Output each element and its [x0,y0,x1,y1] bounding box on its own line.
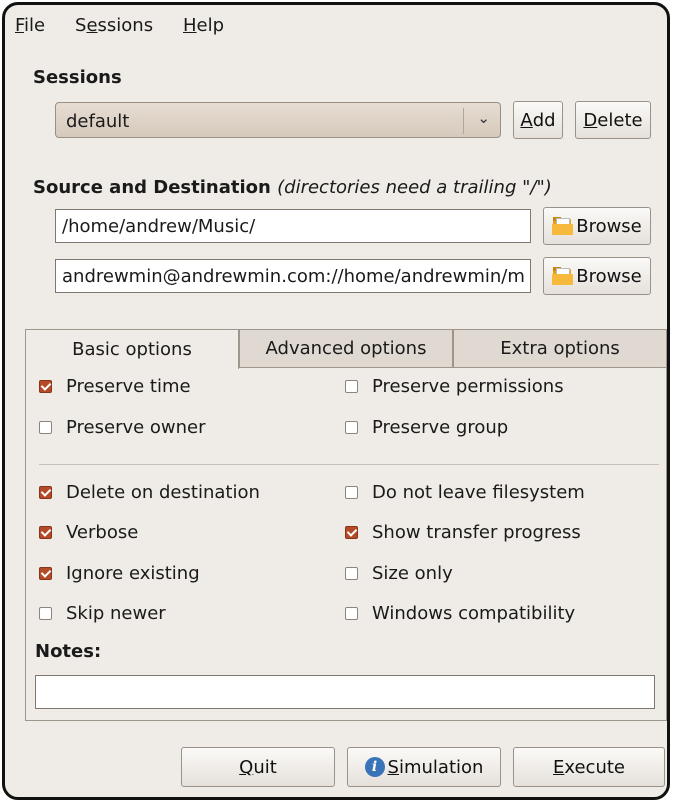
ignore-existing-checkbox[interactable]: Ignore existing [39,563,200,584]
browse-source-button[interactable]: Browse [543,207,651,245]
browse-destination-button[interactable]: Browse [543,257,651,295]
app-window: File Sessions Help Sessions default ⌄ Ad… [2,2,670,800]
execute-button[interactable]: Execute [513,747,665,787]
chevron-down-icon: ⌄ [477,109,490,127]
checkbox-box [345,421,358,434]
do-not-leave-filesystem-checkbox[interactable]: Do not leave filesystem [345,482,585,503]
menu-help[interactable]: Help [183,15,224,36]
info-icon: i [364,757,385,777]
tab-advanced-options[interactable]: Advanced options [239,329,453,367]
source-destination-heading: Source and Destination (directories need… [33,177,552,198]
session-combo-value: default [66,111,130,132]
menu-file[interactable]: File [15,15,45,36]
source-path-input[interactable]: /home/andrew/Music/ [55,209,531,243]
session-combo[interactable]: default ⌄ [55,102,501,138]
checkbox-box [345,486,358,499]
checkbox-box [345,380,358,393]
checkbox-box [39,380,52,393]
checkbox-box [39,607,52,620]
quit-button[interactable]: Quit [181,747,335,787]
delete-on-destination-checkbox[interactable]: Delete on destination [39,482,260,503]
skip-newer-checkbox[interactable]: Skip newer [39,603,166,624]
destination-path-input[interactable]: andrewmin@andrewmin.com://home/andrewmin… [55,259,531,293]
source-destination-hint: (directories need a trailing "/") [277,177,552,198]
preserve-permissions-checkbox[interactable]: Preserve permissions [345,376,564,397]
tab-basic-options[interactable]: Basic options [25,329,239,369]
checkbox-box [345,526,358,539]
checkbox-box [39,567,52,580]
options-separator [39,464,659,465]
preserve-time-checkbox[interactable]: Preserve time [39,376,191,397]
simulation-button[interactable]: i Simulation [347,747,501,787]
verbose-checkbox[interactable]: Verbose [39,522,138,543]
tab-extra-options[interactable]: Extra options [453,329,667,367]
windows-compatibility-checkbox[interactable]: Windows compatibility [345,603,575,624]
checkbox-box [39,486,52,499]
size-only-checkbox[interactable]: Size only [345,563,453,584]
notes-label: Notes: [35,641,102,662]
combo-separator [463,108,464,134]
sessions-heading: Sessions [33,67,122,88]
folder-icon [552,217,574,235]
checkbox-box [345,607,358,620]
preserve-group-checkbox[interactable]: Preserve group [345,417,508,438]
delete-session-button[interactable]: Delete [575,101,651,139]
notes-input[interactable] [35,675,655,709]
checkbox-box [39,421,52,434]
checkbox-box [345,567,358,580]
add-session-button[interactable]: Add [513,101,563,139]
checkbox-box [39,526,52,539]
menu-sessions[interactable]: Sessions [75,15,153,36]
folder-icon [552,267,574,285]
menubar: File Sessions Help [5,5,667,41]
preserve-owner-checkbox[interactable]: Preserve owner [39,417,206,438]
show-transfer-progress-checkbox[interactable]: Show transfer progress [345,522,581,543]
